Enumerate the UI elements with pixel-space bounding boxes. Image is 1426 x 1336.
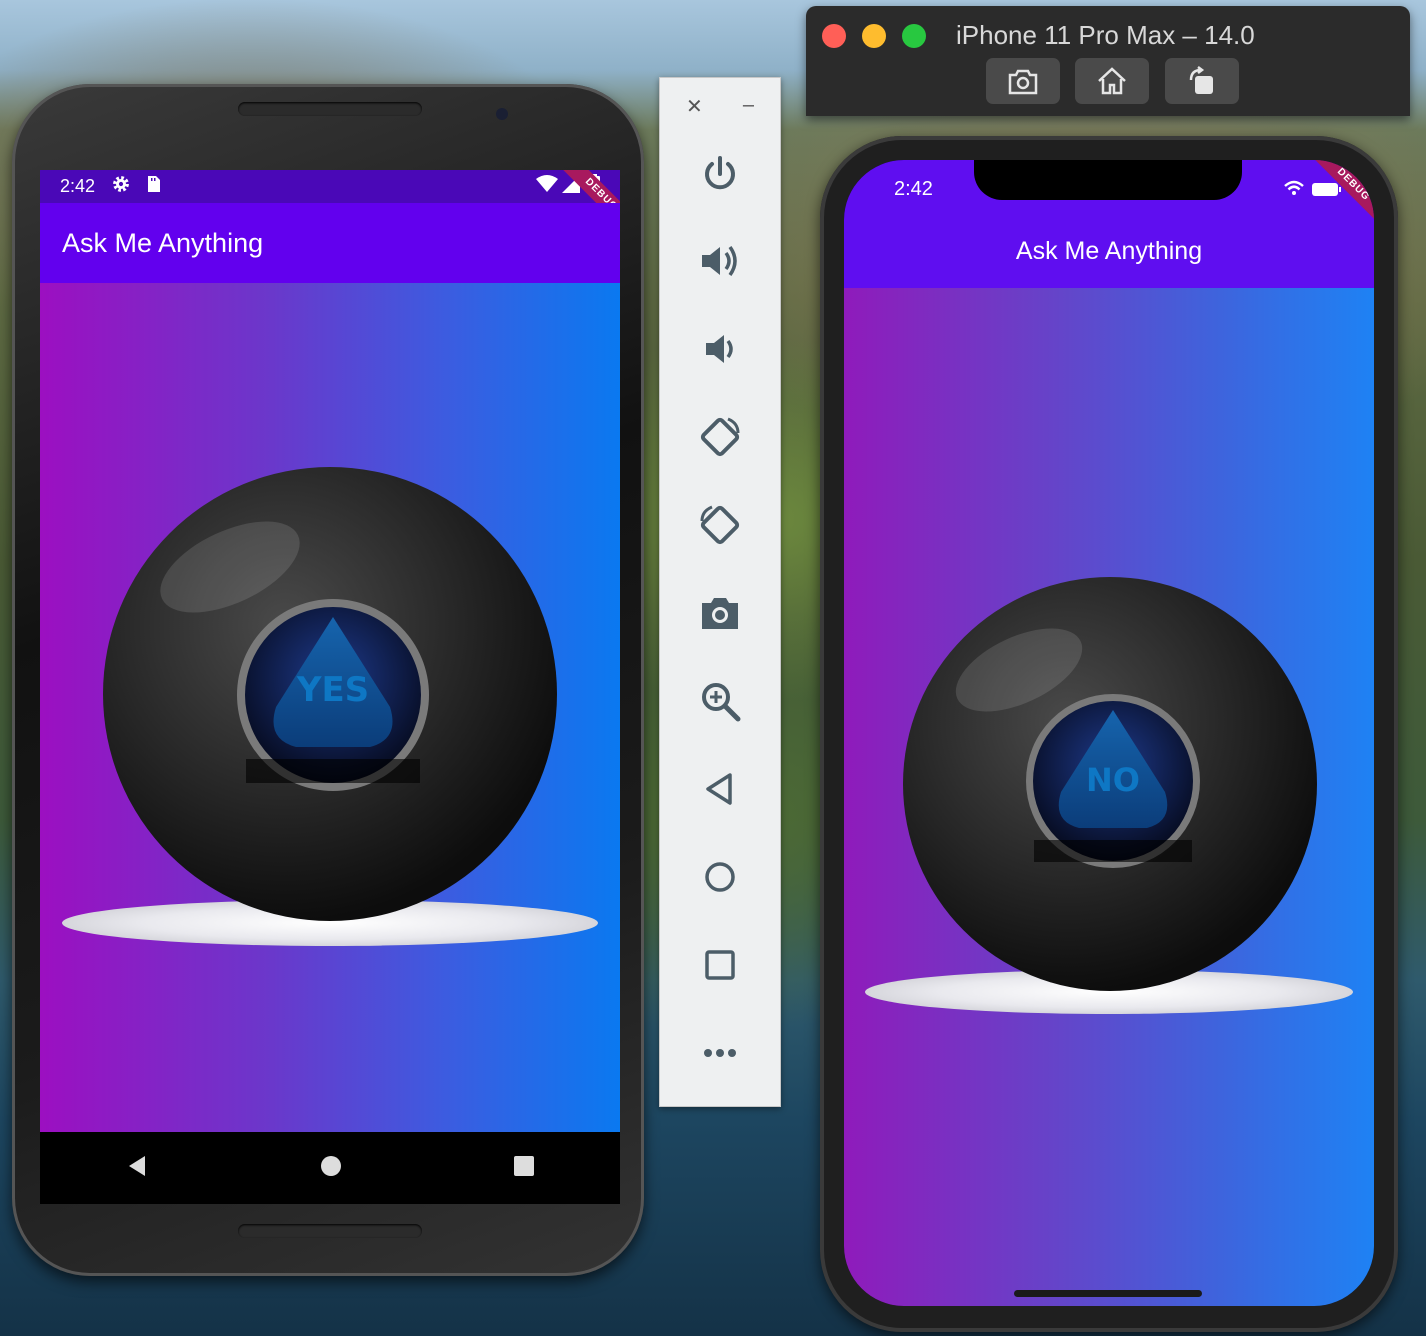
volume-down-button[interactable] [692,321,748,377]
sim-rotate-button[interactable] [1165,58,1239,104]
more-button[interactable] [692,1025,748,1081]
front-camera [496,108,508,120]
recents-icon[interactable] [513,1155,535,1182]
app-title: Ask Me Anything [62,227,264,258]
close-icon[interactable]: ✕ [686,94,703,134]
home-button[interactable] [692,849,748,905]
android-nav-bar [40,1132,620,1204]
android-status-bar: 2:42 DEBUG [40,170,620,241]
answer-text: NO [1086,761,1140,799]
screenshot-button[interactable] [692,585,748,641]
back-triangle-icon [706,773,732,805]
simulator-window-titlebar: iPhone 11 Pro Max – 14.0 [806,6,1410,116]
screenshot-icon [1008,69,1038,95]
status-time: 2:42 [60,176,96,196]
iphone-screen: 2:42 DEBUG Ask Me Anything NO [844,160,1374,1306]
home-icon[interactable] [320,1155,342,1182]
zoom-window-button[interactable] [902,24,926,48]
home-indicator[interactable] [1014,1290,1202,1297]
power-button[interactable] [692,146,748,202]
window-title: iPhone 11 Pro Max – 14.0 [956,20,1255,50]
rotate-right-icon [700,505,740,545]
more-icon [704,1049,736,1057]
magic-8-ball-button[interactable]: YES [60,467,600,947]
volume-down-icon [706,335,733,363]
rotate-left-button[interactable] [692,409,748,465]
rotate-icon [1189,66,1213,94]
magic-8-ball-button[interactable]: NO [864,577,1354,1018]
app-title: Ask Me Anything [1015,236,1203,265]
zoom-icon [702,683,741,722]
overview-square-icon [705,950,735,980]
minimize-window-button[interactable] [862,24,886,48]
settings-icon [111,174,131,199]
android-app-body: YES [40,283,620,1132]
rotate-right-button[interactable] [692,497,748,553]
sim-screenshot-button[interactable] [986,58,1060,104]
wifi-icon [1284,180,1304,201]
volume-up-icon [702,245,737,277]
bottom-speaker [238,1224,422,1238]
android-screen: 2:42 DEBUG Ask Me Anything YES [40,170,620,1132]
top-speaker [238,102,422,116]
close-window-button[interactable] [822,24,846,48]
back-icon[interactable] [125,1154,149,1183]
home-circle-icon [705,862,735,892]
status-time: 2:42 [894,178,933,200]
home-icon [1098,67,1126,95]
answer-text: YES [296,670,370,710]
volume-up-button[interactable] [692,233,748,289]
camera-icon [702,598,738,629]
emulator-toolbar: ✕ – [659,77,781,1107]
ios-app-bar: Ask Me Anything [844,220,1374,288]
zoom-button[interactable] [692,673,748,729]
power-icon [705,156,735,190]
minimize-icon[interactable]: – [743,94,754,134]
sim-home-button[interactable] [1075,58,1149,104]
sd-card-icon [145,175,161,198]
overview-button[interactable] [692,937,748,993]
wifi-icon [536,175,558,198]
back-button[interactable] [692,761,748,817]
rotate-left-icon [700,417,740,457]
android-app-bar: Ask Me Anything [40,203,620,283]
ios-app-body: NO [844,288,1374,1306]
device-notch [974,160,1242,200]
battery-icon [1312,183,1342,201]
